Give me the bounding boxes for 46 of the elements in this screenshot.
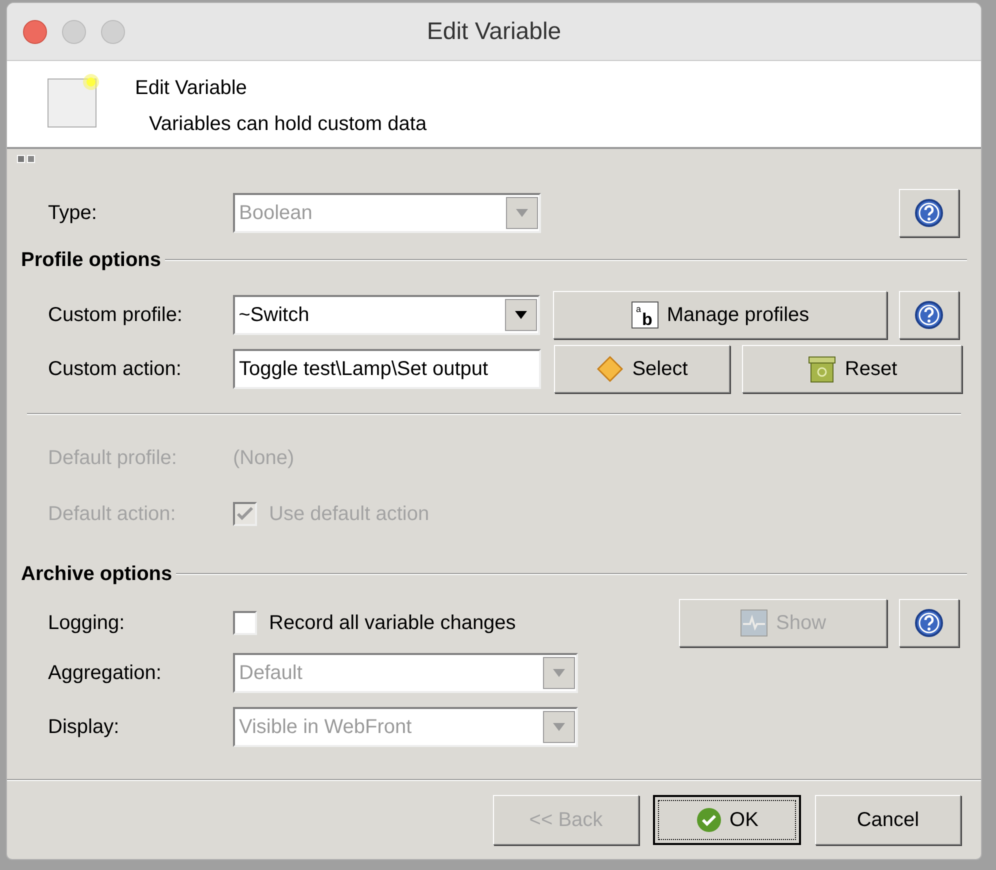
- checkbox[interactable]: [233, 611, 257, 635]
- dropdown[interactable]: ~Switch: [232, 295, 540, 335]
- field-label: Default action:: [48, 502, 177, 527]
- checkbox-label: Record all variable changes: [269, 611, 516, 636]
- ok-button[interactable]: OK: [653, 795, 801, 845]
- diamond-icon: [596, 355, 624, 383]
- button[interactable]: Reset: [742, 345, 962, 393]
- help-button[interactable]: [899, 291, 959, 339]
- cancel-button[interactable]: Cancel: [815, 795, 961, 845]
- field-label: Custom action:: [48, 357, 182, 382]
- checkmark-icon: [236, 505, 254, 523]
- field-label: Display:: [48, 715, 120, 740]
- checkmark-icon: [696, 807, 722, 833]
- help-button[interactable]: [899, 189, 959, 237]
- field-label: Custom profile:: [48, 303, 184, 328]
- dropdown-value: Boolean: [238, 201, 314, 226]
- question-icon: [914, 198, 944, 228]
- collapse-icon: [27, 155, 35, 163]
- section-heading: Profile options: [21, 248, 161, 273]
- field-label: Logging:: [48, 611, 126, 636]
- caret-icon: [506, 197, 538, 229]
- question-icon: [914, 608, 944, 638]
- input-value: Toggle test\Lamp\Set output: [239, 357, 488, 382]
- caret-icon: [543, 711, 575, 743]
- bin-icon: [806, 354, 837, 384]
- caret-icon: [505, 299, 537, 331]
- help-button[interactable]: [899, 599, 959, 647]
- header-title: Edit Variable: [135, 76, 248, 101]
- section-heading: Archive options: [21, 562, 172, 587]
- dropdown-value: Visible in WebFront: [238, 715, 413, 740]
- dropdown-value: Default: [238, 661, 304, 686]
- question-icon: [914, 300, 944, 330]
- chart-icon: [740, 609, 768, 637]
- checkbox-label: Use default action: [269, 502, 430, 527]
- close-button[interactable]: [23, 20, 47, 44]
- field-label: Default profile:: [48, 446, 178, 471]
- window-title: Edit Variable: [426, 16, 562, 46]
- button[interactable]: Select: [554, 345, 730, 393]
- expand-icon: [17, 155, 25, 163]
- caret-icon: [543, 657, 575, 689]
- field-label: Type:: [48, 201, 98, 226]
- input-field[interactable]: Toggle test\Lamp\Set output: [233, 349, 541, 389]
- field-label: Aggregation:: [48, 661, 162, 686]
- dropdown-value: ~Switch: [238, 303, 310, 328]
- header-subtitle: Variables can hold custom data: [148, 112, 427, 137]
- field-value: (None): [233, 446, 294, 471]
